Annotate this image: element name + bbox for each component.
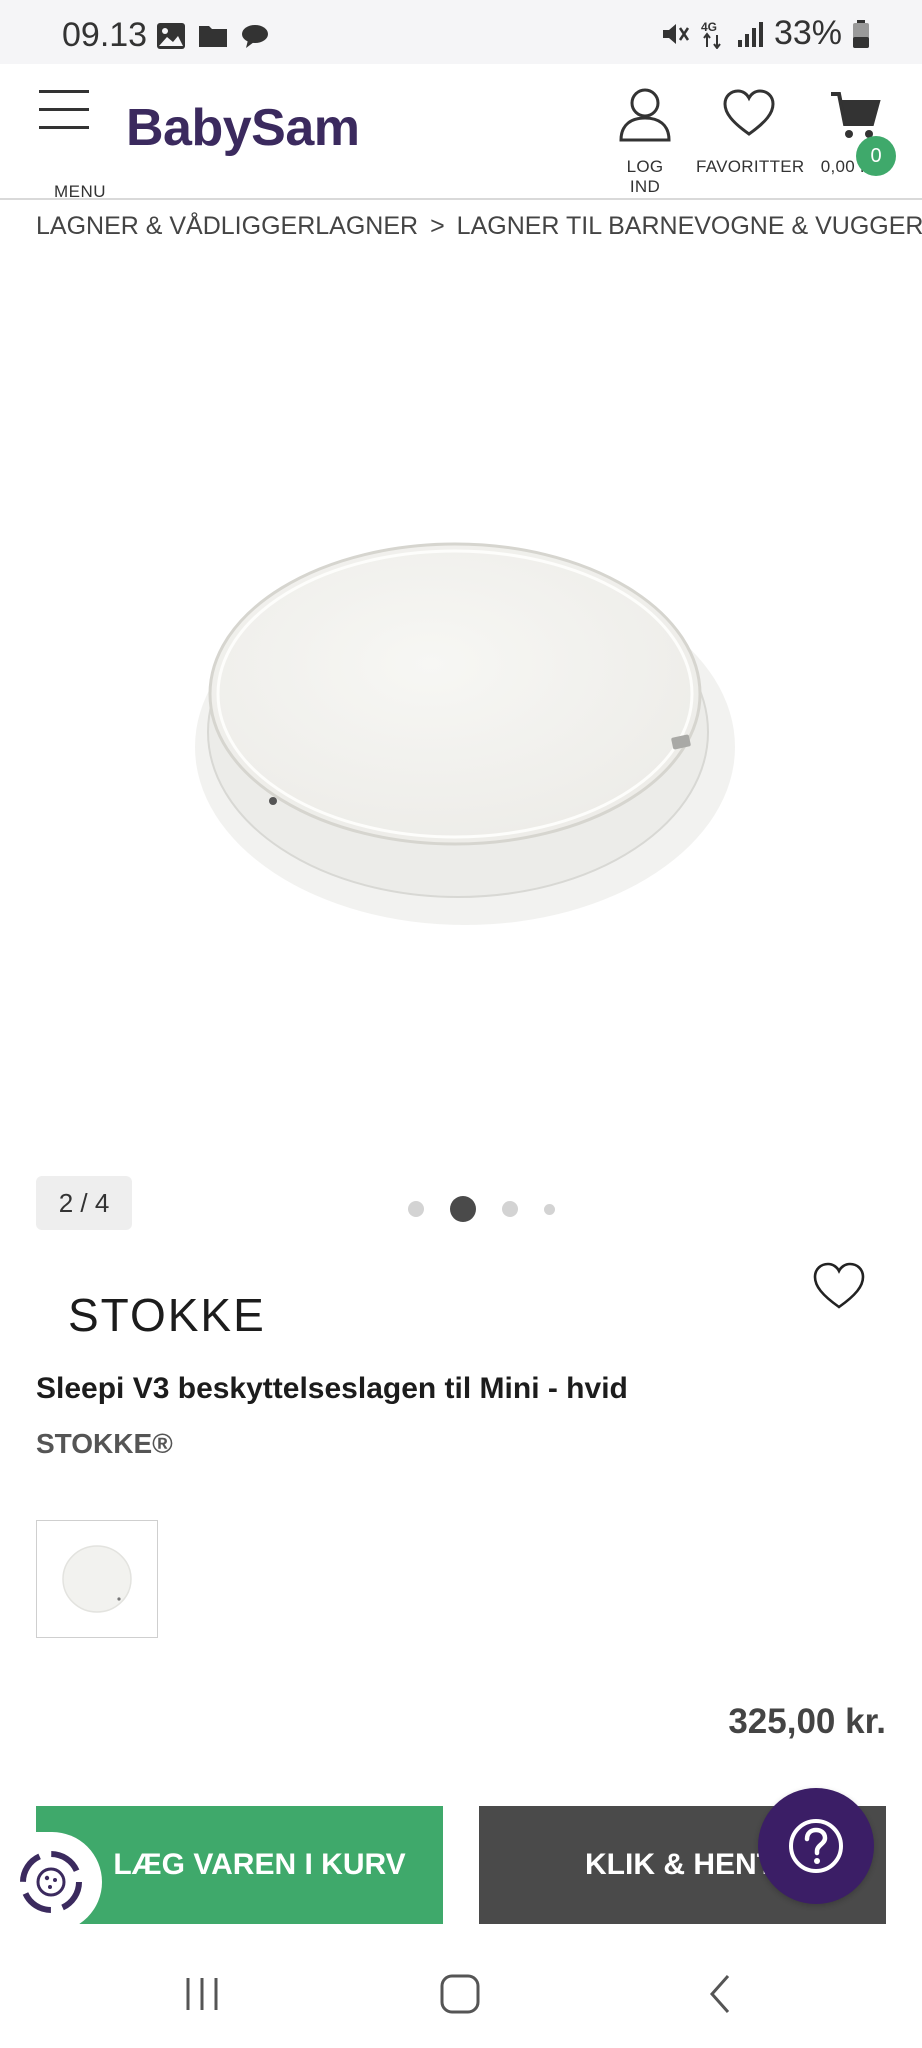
carousel-dot[interactable] — [408, 1201, 424, 1217]
notification-icons — [156, 22, 270, 50]
login-button[interactable]: LOG IND — [610, 86, 680, 197]
cookie-settings-button[interactable] — [0, 1832, 102, 1932]
product-image-gallery[interactable] — [0, 262, 922, 1142]
cart-icon — [831, 92, 881, 138]
gallery-icon — [157, 23, 185, 49]
carousel-dot-active[interactable] — [450, 1196, 476, 1222]
heart-icon — [723, 89, 775, 136]
svg-text:4G: 4G — [701, 20, 717, 34]
carousel-dots — [408, 1196, 555, 1222]
favorites-button[interactable]: FAVORITTER — [696, 86, 805, 177]
product-image — [195, 542, 735, 925]
breadcrumb-separator: > — [430, 212, 445, 240]
user-icon — [619, 88, 671, 142]
cookie-consent-icon — [20, 1851, 82, 1913]
menu-label: MENU — [53, 182, 107, 201]
favorites-label: FAVORITTER — [696, 157, 805, 176]
breadcrumb-link[interactable]: LAGNER TIL BARNEVOGNE & VUGGER — [457, 212, 922, 240]
system-nav-bar — [0, 1944, 922, 2048]
battery-icon — [853, 19, 869, 48]
back-icon[interactable] — [700, 1972, 744, 2016]
question-icon — [789, 1819, 843, 1873]
product-price: 325,00 kr. — [728, 1702, 886, 1741]
status-time: 09.13 — [62, 16, 148, 54]
battery-percent: 33% — [773, 14, 842, 52]
status-bar: 09.13 4G 33% — [0, 0, 922, 64]
signal-icon — [737, 21, 763, 47]
brand-logo[interactable]: STOKKE — [68, 1288, 266, 1342]
product-title: Sleepi V3 beskyttelseslagen til Mini - h… — [36, 1372, 628, 1405]
menu-button[interactable]: MENU — [36, 90, 106, 201]
site-header: MENU BabySam LOG IND FAVORITTER 0,00 KR.… — [0, 64, 922, 201]
home-icon[interactable] — [438, 1972, 482, 2016]
breadcrumb-link[interactable]: LAGNER & VÅDLIGGERLAGNER — [36, 212, 418, 240]
product-brand[interactable]: STOKKE® — [36, 1428, 173, 1460]
mute-icon — [662, 23, 689, 44]
status-right: 4G 33% — [660, 14, 870, 53]
lte-icon: 4G — [701, 20, 721, 49]
breadcrumb: LAGNER & VÅDLIGGERLAGNER > LAGNER TIL BARN… — [36, 212, 922, 241]
recent-apps-icon[interactable] — [180, 1972, 224, 2016]
carousel-dot[interactable] — [544, 1203, 555, 1215]
babysam-logo[interactable]: BabySam — [126, 98, 360, 158]
help-button[interactable] — [758, 1788, 874, 1904]
folder-icon — [199, 26, 227, 47]
chat-icon — [242, 25, 268, 48]
variant-thumbnail[interactable] — [36, 1520, 158, 1638]
thumbnail-image — [62, 1545, 132, 1613]
cart-count-badge: 0 — [856, 136, 896, 176]
carousel-dot[interactable] — [502, 1201, 518, 1217]
add-to-favorites-heart-icon[interactable] — [812, 1262, 866, 1310]
hamburger-icon — [36, 90, 92, 129]
slide-counter: 2 / 4 — [36, 1176, 132, 1230]
login-label: LOG IND — [626, 157, 664, 196]
